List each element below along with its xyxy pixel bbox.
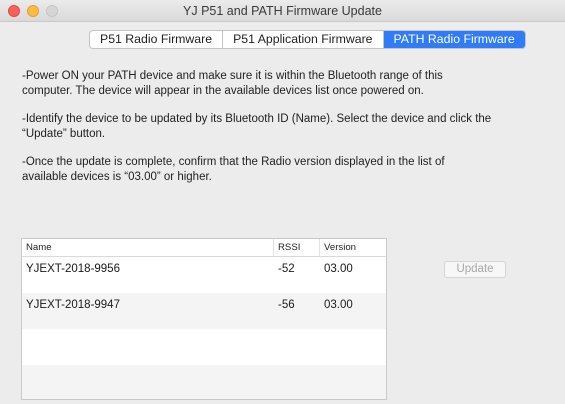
tab-bar: P51 Radio Firmware P51 Application Firmw… xyxy=(89,30,526,49)
devices-table: Name RSSI Version YJEXT-2018-9956 -52 03… xyxy=(21,238,387,400)
column-header-rssi[interactable]: RSSI xyxy=(274,239,320,256)
instruction-step-power-on: -Power ON your PATH device and make sure… xyxy=(22,70,443,97)
table-row[interactable]: YJEXT-2018-9956 -52 03.00 xyxy=(22,257,386,293)
empty-table-row xyxy=(22,329,386,365)
device-name-cell: YJEXT-2018-9956 xyxy=(26,263,120,275)
device-name-cell: YJEXT-2018-9947 xyxy=(26,299,120,311)
instruction-step-identify-device: -Identify the device to be updated by it… xyxy=(22,113,492,140)
column-header-name[interactable]: Name xyxy=(22,239,274,256)
tab-path-radio-firmware[interactable]: PATH Radio Firmware xyxy=(383,31,525,48)
instructions-panel: -Power ON your PATH device and make sure… xyxy=(22,69,492,198)
app-window: YJ P51 and PATH Firmware Update P51 Radi… xyxy=(0,0,565,404)
table-row[interactable]: YJEXT-2018-9947 -56 03.00 xyxy=(22,293,386,329)
column-header-version[interactable]: Version xyxy=(320,239,386,256)
instruction-step-confirm-version: -Once the update is complete, confirm th… xyxy=(22,156,445,183)
device-version-cell: 03.00 xyxy=(324,263,353,275)
table-header: Name RSSI Version xyxy=(22,239,386,257)
empty-table-row xyxy=(22,365,386,399)
window-title: YJ P51 and PATH Firmware Update xyxy=(183,4,382,18)
device-rssi-cell: -52 xyxy=(278,263,295,275)
tab-p51-application-firmware[interactable]: P51 Application Firmware xyxy=(223,31,384,48)
device-rssi-cell: -56 xyxy=(278,299,295,311)
title-bar: YJ P51 and PATH Firmware Update xyxy=(0,0,565,22)
update-button[interactable]: Update xyxy=(444,261,506,278)
device-version-cell: 03.00 xyxy=(324,299,353,311)
tab-p51-radio-firmware[interactable]: P51 Radio Firmware xyxy=(90,31,224,48)
